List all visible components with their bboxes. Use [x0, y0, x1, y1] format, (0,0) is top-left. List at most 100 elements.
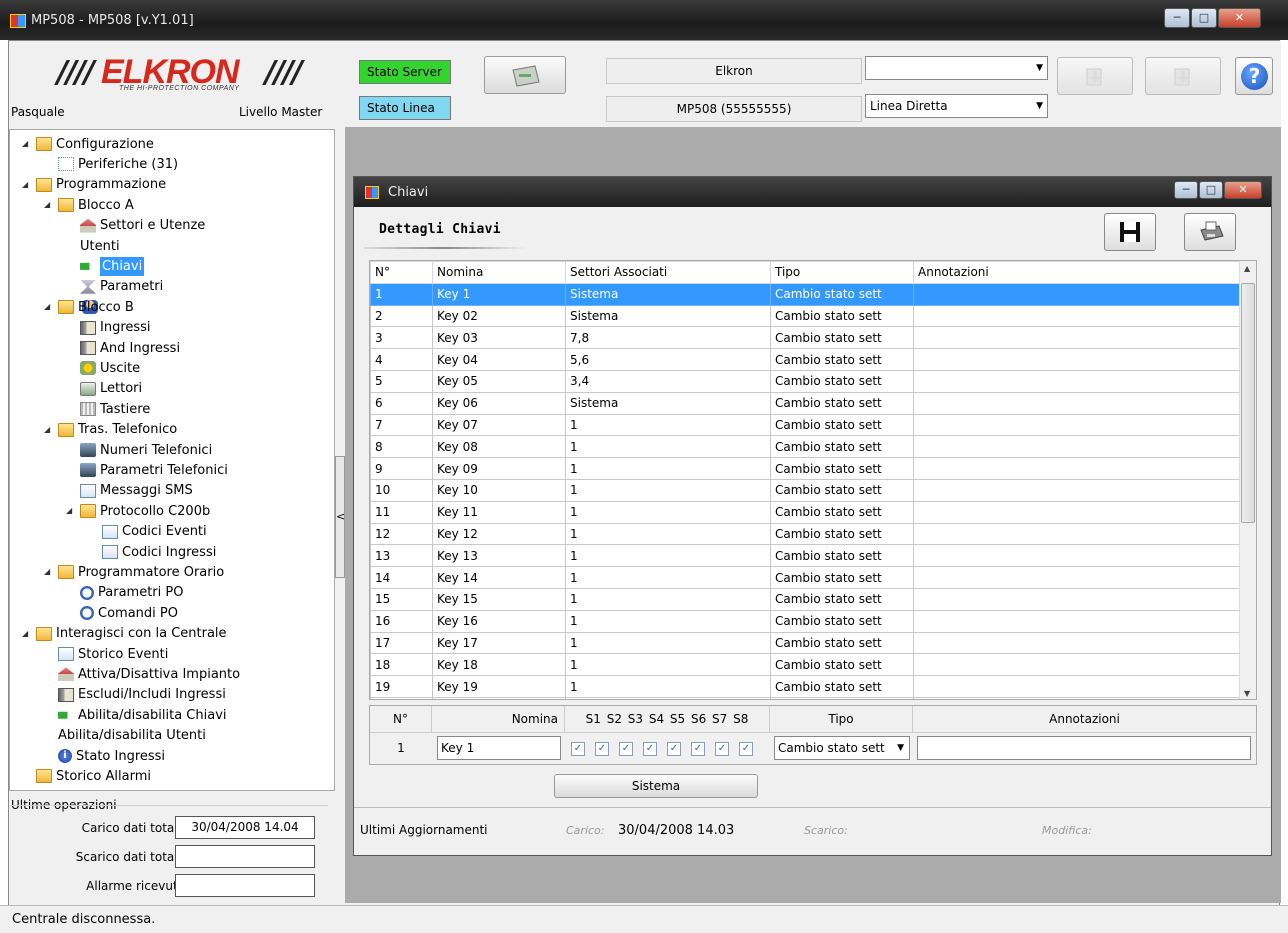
expand-toggle-icon[interactable]: ◢ [22, 624, 28, 643]
expand-toggle-icon[interactable]: ◢ [22, 134, 28, 153]
table-row[interactable]: 10 Key 10 1 Cambio stato sett [370, 478, 1242, 502]
maximize-button[interactable]: □ [1191, 8, 1217, 28]
tree-item[interactable]: Comandi PO [80, 603, 178, 623]
table-row[interactable]: 8 Key 08 1 Cambio stato sett [370, 435, 1242, 459]
tree-item[interactable]: Utenti [80, 236, 120, 314]
line-type-select[interactable]: Linea Diretta ▼ [865, 94, 1048, 118]
table-row[interactable]: 19 Key 19 1 Cambio stato sett [370, 675, 1242, 698]
notes-input[interactable] [917, 736, 1251, 760]
tree-item[interactable]: Parametri Telefonici [80, 460, 228, 480]
table-row[interactable]: 14 Key 14 1 Cambio stato sett [370, 566, 1242, 589]
table-cell [913, 391, 1242, 415]
column-header[interactable]: Tipo [770, 261, 914, 284]
type-select[interactable]: Cambio stato sett ▼ [774, 736, 910, 760]
tree-item[interactable]: ◢ Tras. Telefonico [44, 420, 177, 440]
connect-button[interactable] [484, 56, 566, 94]
tree-item[interactable]: Attiva/Disattiva Impianto [58, 664, 240, 684]
table-row[interactable]: 20Key 201Cambio stato sett [370, 696, 1242, 699]
child-maximize-button[interactable]: □ [1199, 181, 1223, 199]
table-row[interactable]: 3 Key 03 7,8 Cambio stato sett [370, 326, 1242, 350]
sector-checkbox-s4[interactable]: ✓ [643, 742, 657, 756]
key-name-input[interactable]: Key 1 [437, 736, 561, 760]
table-row[interactable]: 5 Key 05 3,4 Cambio stato sett [370, 369, 1242, 393]
scroll-up-icon[interactable]: ▲ [1244, 264, 1250, 273]
column-header[interactable]: Annotazioni [913, 261, 1242, 284]
tree-item[interactable]: Abilita/disabilita Utenti [58, 726, 206, 790]
tree-item[interactable]: Periferiche (31) [58, 154, 178, 174]
table-row[interactable]: 11 Key 11 1 Cambio stato sett [370, 500, 1242, 524]
tree-item[interactable]: ◢ Blocco A [44, 195, 134, 215]
tree-item[interactable]: i Stato Ingressi [58, 746, 165, 766]
chiavi-titlebar: Chiavi ─ □ ✕ [354, 177, 1271, 207]
table-row[interactable]: 7 Key 07 1 Cambio stato sett [370, 413, 1242, 437]
minimize-button[interactable]: ─ [1164, 8, 1190, 28]
tree-item[interactable]: Parametri PO [80, 583, 183, 603]
expand-toggle-icon[interactable]: ◢ [44, 297, 50, 316]
table-row[interactable]: 17 Key 17 1 Cambio stato sett [370, 631, 1242, 655]
sector-checkbox-s5[interactable]: ✓ [667, 742, 681, 756]
table-row[interactable]: 16 Key 16 1 Cambio stato sett [370, 609, 1242, 633]
child-minimize-button[interactable]: ─ [1174, 181, 1198, 199]
table-cell [913, 348, 1242, 371]
expand-toggle-icon[interactable]: ◢ [44, 195, 50, 214]
column-header[interactable]: Settori Associati [565, 261, 771, 284]
sector-checkbox-s6[interactable]: ✓ [691, 742, 705, 756]
tree-item[interactable]: ◢ Blocco B [44, 297, 134, 317]
tree-item[interactable]: Codici Ingressi [102, 542, 216, 562]
table-row[interactable]: 4 Key 04 5,6 Cambio stato sett [370, 348, 1242, 371]
collapse-panel-button[interactable]: < [335, 456, 345, 578]
tree-item[interactable]: Codici Eventi [102, 522, 207, 542]
table-row[interactable]: 9 Key 09 1 Cambio stato sett [370, 457, 1242, 480]
grid-scrollbar[interactable]: ▲ ▼ [1239, 261, 1256, 699]
tree-item[interactable]: Ingressi [80, 318, 151, 338]
tree-item[interactable]: Uscite [80, 358, 140, 378]
tree-item[interactable]: And Ingressi [80, 338, 180, 358]
table-row[interactable]: 18 Key 18 1 Cambio stato sett [370, 653, 1242, 677]
tree-item[interactable]: Settori e Utenze [80, 216, 205, 236]
column-header[interactable]: Nomina [432, 261, 566, 284]
download-button[interactable] [1145, 57, 1221, 95]
tree-item[interactable]: Tastiere [80, 399, 150, 419]
table-row[interactable]: 12 Key 12 1 Cambio stato sett [370, 522, 1242, 546]
table-row[interactable]: 15 Key 15 1 Cambio stato sett [370, 587, 1242, 611]
table-row[interactable]: 2 Key 02 Sistema Cambio stato sett [370, 304, 1242, 328]
tree-item[interactable]: ◢ Protocollo C200b [66, 501, 210, 521]
help-button[interactable]: ? [1235, 57, 1273, 95]
sector-checkbox-s7[interactable]: ✓ [715, 742, 729, 756]
tree-item[interactable]: Storico Allarmi [36, 766, 151, 786]
expand-toggle-icon[interactable]: ◢ [44, 420, 50, 439]
tree-item[interactable]: ◢ Programmazione [22, 175, 166, 195]
tree-item[interactable]: Numeri Telefonici [80, 440, 212, 460]
tree-item[interactable]: Abilita/disabilita Chiavi [58, 705, 227, 725]
table-row[interactable]: 13 Key 13 1 Cambio stato sett [370, 544, 1242, 568]
sector-checkbox-s3[interactable]: ✓ [619, 742, 633, 756]
tree-item[interactable]: Messaggi SMS [80, 481, 193, 501]
connection-select[interactable]: ▼ [865, 56, 1048, 80]
tree-item[interactable]: ◢ Configurazione [22, 134, 154, 154]
tree-item[interactable]: Parametri [80, 277, 163, 297]
sector-checkbox-s2[interactable]: ✓ [595, 742, 609, 756]
close-button[interactable]: ✕ [1218, 8, 1261, 28]
print-button[interactable] [1184, 213, 1236, 251]
tree-item[interactable]: Storico Eventi [58, 644, 168, 664]
sector-checkbox-s8[interactable]: ✓ [739, 742, 753, 756]
expand-toggle-icon[interactable]: ◢ [22, 175, 28, 194]
table-row[interactable]: 1 Key 1 Sistema Cambio stato sett [370, 282, 1242, 306]
tree-item[interactable]: Escludi/Includi Ingressi [58, 685, 226, 705]
child-close-button[interactable]: ✕ [1224, 181, 1262, 199]
scroll-down-icon[interactable]: ▼ [1244, 689, 1250, 698]
tree-item[interactable]: Chiavi [80, 256, 145, 276]
table-cell: Key 18 [432, 653, 566, 677]
tree-item[interactable]: Lettori [80, 379, 142, 399]
scroll-thumb[interactable] [1241, 283, 1255, 523]
table-row[interactable]: 6 Key 06 Sistema Cambio stato sett [370, 391, 1242, 415]
expand-toggle-icon[interactable]: ◢ [44, 562, 50, 581]
tree-item[interactable]: ◢ Interagisci con la Centrale [22, 624, 227, 644]
sector-checkbox-s1[interactable]: ✓ [571, 742, 585, 756]
upload-button[interactable] [1057, 57, 1133, 95]
tree-item[interactable]: ◢ Programmatore Orario [44, 562, 224, 582]
save-button[interactable] [1104, 213, 1156, 251]
system-button[interactable]: Sistema [554, 774, 758, 798]
column-header[interactable]: N° [370, 261, 433, 284]
expand-toggle-icon[interactable]: ◢ [66, 501, 72, 520]
